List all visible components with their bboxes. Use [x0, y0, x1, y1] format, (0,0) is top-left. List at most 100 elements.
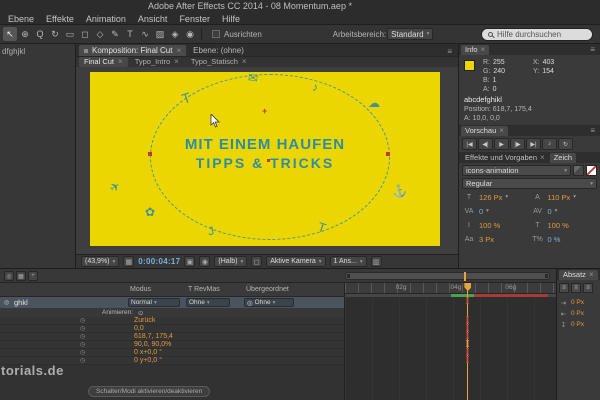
trkmat-dropdown[interactable]: Ohne ▾ — [186, 298, 230, 307]
clone-stamp-tool-icon[interactable]: ▨ — [153, 27, 167, 41]
panel-menu-icon[interactable]: ≡ — [444, 47, 455, 56]
play-button[interactable]: ▶ — [494, 138, 509, 150]
camera-dropdown[interactable]: Aktive Kamera ▾ — [266, 256, 326, 267]
navigator-playhead[interactable] — [463, 272, 466, 281]
view-layout-dropdown[interactable]: 1 Ans... ▾ — [329, 256, 367, 267]
selection-handle-left[interactable] — [148, 152, 152, 156]
channel-icon[interactable]: ◉ — [199, 256, 211, 267]
property-value[interactable]: 90,0, 90,0% — [134, 341, 171, 349]
stopwatch-icon[interactable]: ◷ — [80, 342, 85, 348]
layer-name[interactable]: ghkl — [14, 298, 28, 307]
last-frame-button[interactable]: ▶| — [526, 138, 541, 150]
resolution-dropdown[interactable]: (Halb) ▾ — [214, 256, 248, 267]
keyframe-icon[interactable]: I — [465, 357, 469, 366]
keyframe-icon[interactable]: I — [465, 298, 469, 307]
column-mode[interactable]: Modus — [130, 286, 151, 293]
close-icon[interactable]: × — [499, 126, 504, 136]
menu-animation[interactable]: Animation — [86, 14, 126, 24]
puppet-tool-icon[interactable]: ◉ — [183, 27, 197, 41]
composition-viewer[interactable]: T ✉ ♪ ☁ ⚓ ✈ T J ✿ MIT EINEM HAUFEN TIPPS… — [76, 67, 458, 254]
comp-tab-final-cut[interactable]: Final Cut × — [79, 57, 128, 67]
help-search-input[interactable]: Hilfe durchsuchen — [481, 27, 593, 41]
pixel-aspect-icon[interactable]: ▥ — [370, 256, 382, 267]
snap-checkbox[interactable] — [212, 30, 220, 38]
column-parent[interactable]: Übergeordnet — [246, 286, 289, 293]
font-style-dropdown[interactable]: Regular ▾ — [462, 178, 597, 189]
menu-ansicht[interactable]: Ansicht — [138, 14, 168, 24]
next-frame-button[interactable]: |▶ — [510, 138, 525, 150]
panel-menu-icon[interactable]: ≡ — [587, 126, 598, 135]
close-icon[interactable]: × — [589, 270, 594, 280]
navigator-end-handle[interactable] — [545, 274, 548, 278]
stopwatch-icon[interactable]: ◷ — [80, 350, 85, 356]
layer-visibility-icon[interactable]: ◎ — [4, 299, 9, 306]
property-row[interactable]: ◷ 0,0 — [0, 325, 344, 333]
close-icon[interactable]: × — [242, 57, 247, 67]
property-value[interactable]: 0 x+0,0 ° — [134, 349, 162, 357]
menu-effekte[interactable]: Effekte — [46, 14, 74, 24]
column-trkmat[interactable]: T RevMas — [188, 286, 220, 293]
current-timecode[interactable]: 0:00:04:17 — [138, 257, 180, 266]
eraser-tool-icon[interactable]: ◈ — [168, 27, 182, 41]
grid-guides-icon[interactable]: ▦ — [123, 256, 135, 267]
roi-icon[interactable]: ◻ — [251, 256, 263, 267]
indent-left-field[interactable]: ⇥ 0 Px — [559, 297, 598, 308]
close-icon[interactable]: × — [174, 57, 179, 67]
property-value[interactable]: 0,0 — [134, 325, 144, 333]
property-value[interactable]: 618,7, 175,4 — [134, 333, 173, 341]
time-ruler[interactable]: 02g 04g 06g — [345, 283, 556, 294]
blend-mode-dropdown[interactable]: Normal ▾ — [128, 298, 180, 307]
kerning-field[interactable]: VA 0 ▾ — [462, 205, 529, 217]
add-icon[interactable]: + — [28, 271, 38, 281]
indent-right-field[interactable]: ⇤ 0 Px — [559, 308, 598, 319]
loop-button[interactable]: ↻ — [558, 138, 573, 150]
toggle-switches-modes-button[interactable]: Schalter/Modi aktivieren/deaktivieren — [88, 386, 211, 397]
tab-zeichen[interactable]: Zeich — [549, 152, 577, 163]
menu-fenster[interactable]: Fenster — [179, 14, 210, 24]
zoom-tool-icon[interactable]: Q — [33, 27, 47, 41]
stopwatch-icon[interactable]: ◷ — [80, 318, 85, 324]
close-icon[interactable]: × — [540, 153, 545, 163]
tsume-field[interactable]: T% 0 % — [531, 233, 598, 245]
parent-dropdown[interactable]: ◎ Ohne ▾ — [244, 298, 294, 307]
snapshot-icon[interactable]: ▣ — [184, 256, 196, 267]
stopwatch-icon[interactable]: ◷ — [80, 326, 85, 332]
composition-canvas[interactable]: T ✉ ♪ ☁ ⚓ ✈ T J ✿ MIT EINEM HAUFEN TIPPS… — [90, 72, 440, 246]
property-row[interactable]: ◷ 618,7, 175,4 — [0, 333, 344, 341]
navigator-start-handle[interactable] — [347, 274, 350, 278]
rotate-tool-icon[interactable]: ↻ — [48, 27, 62, 41]
timeline-track-area[interactable]: 02g 04g 06g I I I I I I I — [345, 283, 556, 400]
align-right-icon[interactable]: ≡ — [583, 283, 593, 293]
workspace-dropdown[interactable]: Standard ▾ — [387, 28, 434, 40]
tab-effekte-und-vorgaben[interactable]: Effekte und Vorgaben × — [461, 153, 549, 163]
leading-field[interactable]: A 110 Px ▾ — [531, 191, 598, 203]
mask-tool-icon[interactable]: ◇ — [93, 27, 107, 41]
first-frame-button[interactable]: |◀ — [462, 138, 477, 150]
menu-hilfe[interactable]: Hilfe — [222, 14, 240, 24]
selection-handle-right[interactable] — [386, 152, 390, 156]
panel-menu-icon[interactable]: ≡ — [587, 45, 598, 54]
stopwatch-icon[interactable]: ◷ — [80, 358, 85, 364]
vertical-scale-field[interactable]: I 100 % — [462, 219, 529, 231]
menu-ebene[interactable]: Ebene — [8, 14, 34, 24]
property-value[interactable]: 0 y+0,0 ° — [134, 357, 162, 365]
property-row[interactable]: ◷ Zurück — [0, 317, 344, 325]
pen-tool-icon[interactable]: ✎ — [108, 27, 122, 41]
tab-ebene-ohne[interactable]: Ebene: (ohne) — [188, 45, 249, 56]
eyedropper-icon[interactable] — [573, 165, 584, 176]
layer-row-selected[interactable]: ◎ ghkl Normal ▾ Ohne ▾ ◎ Ohne ▾ — [0, 297, 344, 308]
close-icon[interactable]: × — [118, 57, 123, 67]
graph-editor-icon[interactable]: ▦ — [16, 271, 26, 281]
hand-tool-icon[interactable]: ⊕ — [18, 27, 32, 41]
property-row[interactable]: ◷ 0 x+0,0 ° — [0, 349, 344, 357]
close-icon[interactable]: × — [481, 45, 486, 55]
audio-toggle-button[interactable]: ♪ — [542, 138, 557, 150]
anchor-point-handle[interactable] — [267, 159, 270, 162]
motion-blur-icon[interactable]: ◎ — [4, 271, 14, 281]
time-navigator[interactable] — [345, 272, 550, 281]
close-icon[interactable]: × — [176, 45, 181, 56]
property-row[interactable]: ◷ 90,0, 90,0% — [0, 341, 344, 349]
font-family-dropdown[interactable]: icons-animation ▾ — [462, 165, 571, 176]
zoom-dropdown[interactable]: (43,9%) ▾ — [81, 256, 120, 267]
align-center-icon[interactable]: ≡ — [571, 283, 581, 293]
